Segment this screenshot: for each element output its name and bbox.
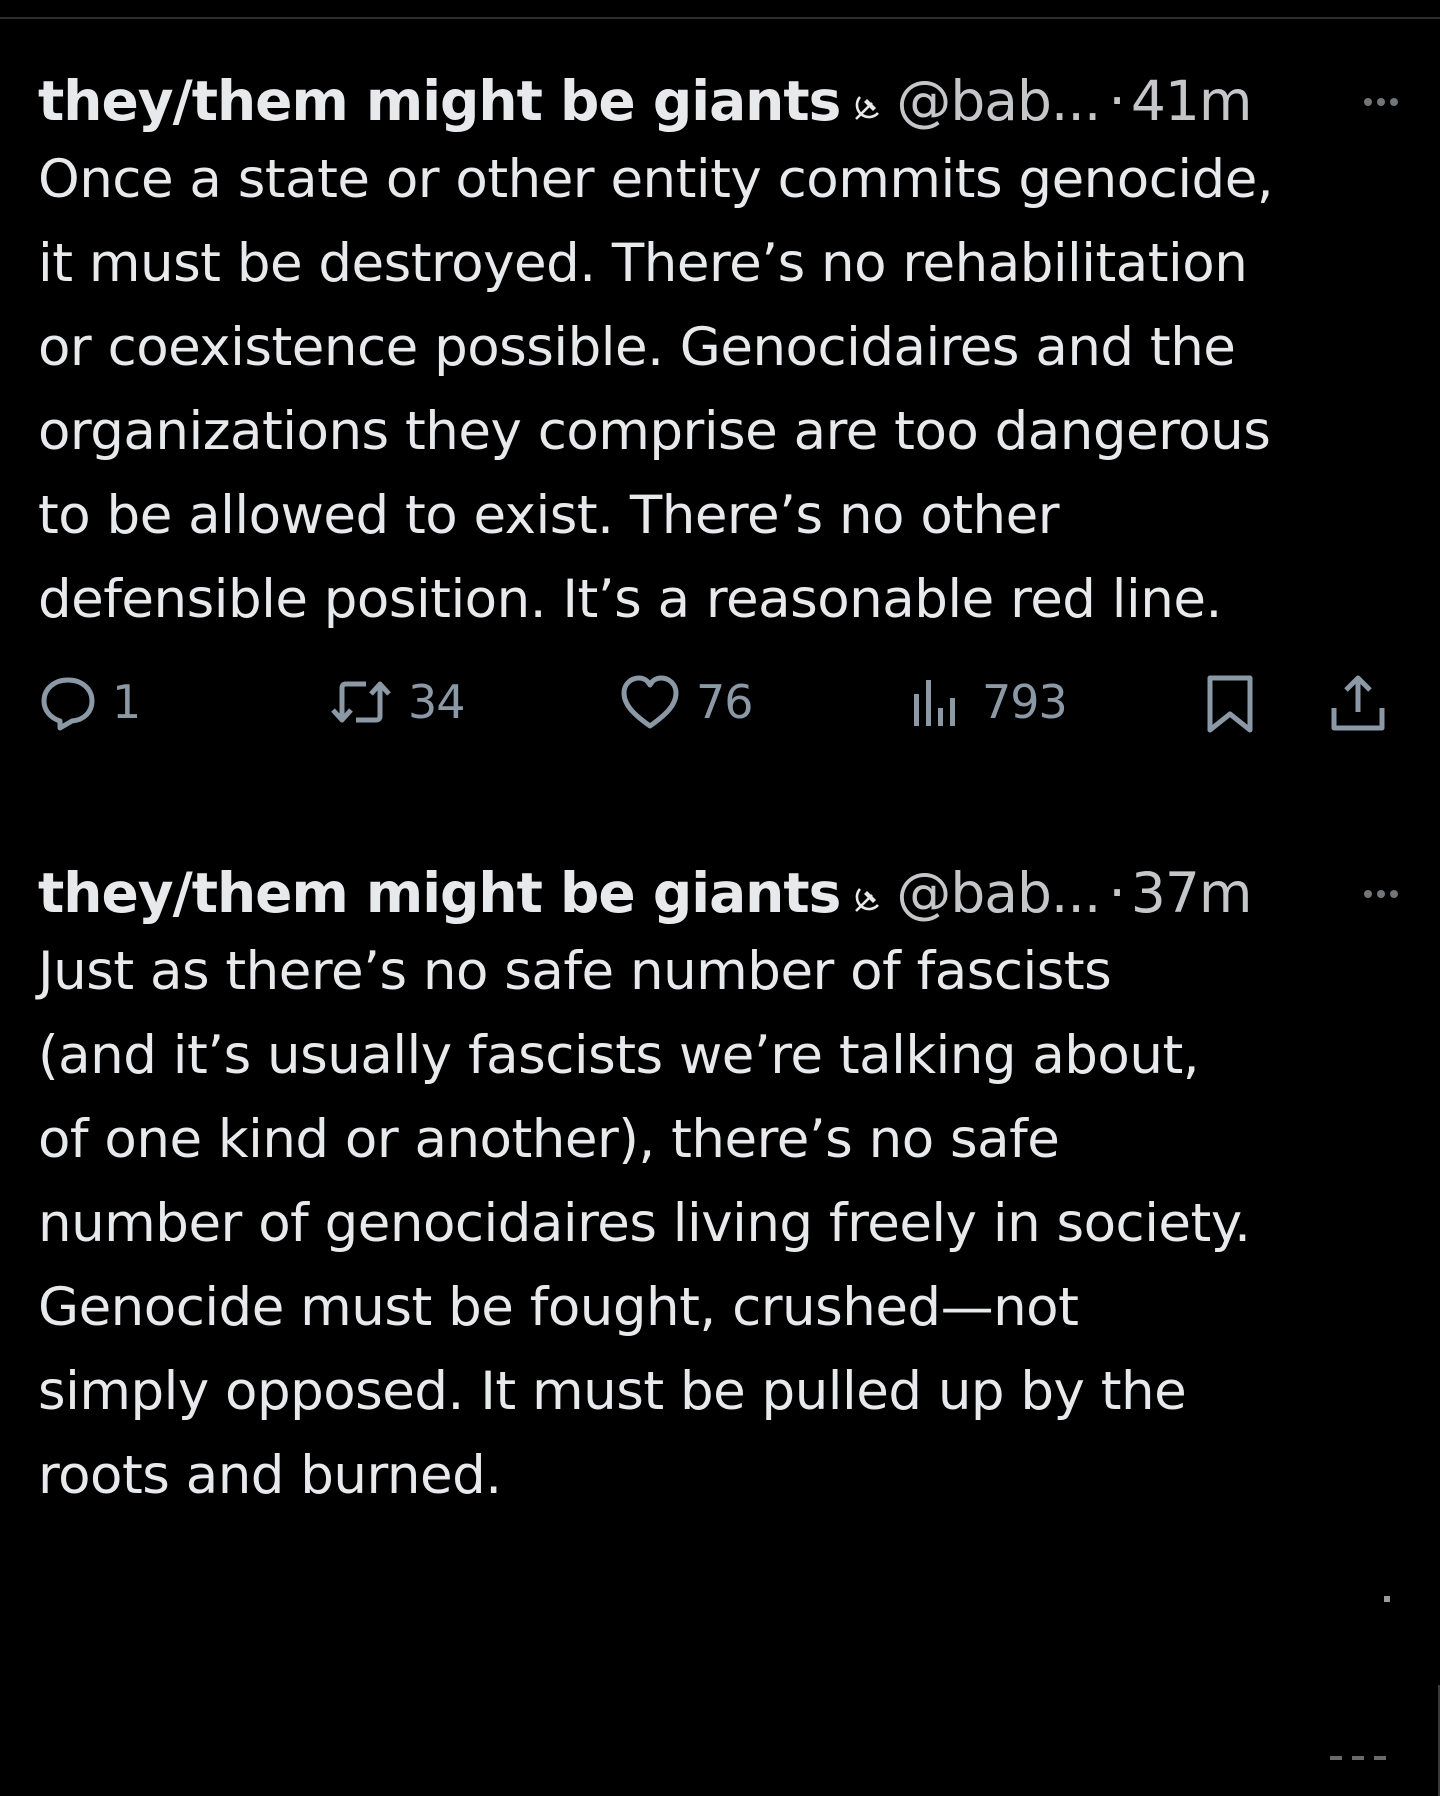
top-divider — [0, 17, 1440, 19]
tweet[interactable]: they/them might be giants @bab... · 41m … — [38, 66, 1402, 733]
separator-dot: · — [1108, 861, 1126, 925]
views-count: 793 — [982, 675, 1068, 729]
bookmark-icon — [1207, 675, 1253, 733]
tweet-text-line: to be allowed to exist. There’s no other — [38, 485, 1060, 546]
tweet-text-line: or coexistence possible. Genocidaires an… — [38, 317, 1236, 378]
views-bar-chart-icon — [914, 680, 955, 726]
tweet-text: Once a state or other entity commits gen… — [38, 138, 1402, 642]
tweet-text-line: Once a state or other entity commits gen… — [38, 149, 1274, 210]
more-options-icon[interactable] — [1364, 98, 1398, 106]
reply-count: 1 — [112, 675, 141, 729]
reply-button[interactable]: 1 — [38, 672, 141, 732]
tweet-text-line: of one kind or another), there’s no safe — [38, 1109, 1060, 1170]
hammer-sickle-icon — [852, 69, 882, 120]
tweet-text-line: organizations they comprise are too dang… — [38, 401, 1271, 462]
repost-button[interactable]: 34 — [328, 672, 466, 732]
tweet-text-line: it must be destroyed. There’s no rehabil… — [38, 233, 1248, 294]
tweet-text: Just as there’s no safe number of fascis… — [38, 930, 1402, 1518]
heart-icon — [621, 675, 679, 729]
tweet-actions: 1 34 76 793 — [38, 672, 1402, 752]
display-name[interactable]: they/them might be giants — [38, 858, 841, 928]
handle[interactable]: @bab... — [896, 66, 1101, 136]
tweet-text-line: Genocide must be fought, crushed—not — [38, 1277, 1079, 1338]
repost-icon — [331, 681, 391, 723]
like-count: 76 — [696, 675, 754, 729]
views-button[interactable]: 793 — [906, 672, 1068, 732]
timestamp[interactable]: 37m — [1131, 858, 1253, 928]
like-button[interactable]: 76 — [618, 672, 754, 732]
handle[interactable]: @bab... — [896, 858, 1101, 928]
separator-dot: · — [1108, 69, 1126, 133]
tweet-text-line: defensible position. It’s a reasonable r… — [38, 569, 1222, 630]
repost-count: 34 — [408, 675, 466, 729]
timestamp[interactable]: 41m — [1131, 66, 1253, 136]
tweet-text-line: Just as there’s no safe number of fascis… — [38, 941, 1112, 1002]
bookmark-button[interactable] — [1200, 672, 1260, 736]
share-button[interactable] — [1326, 672, 1390, 736]
share-upload-icon — [1331, 675, 1385, 731]
hammer-sickle-icon — [852, 861, 882, 912]
tweet-text-line: simply opposed. It must be pulled up by … — [38, 1361, 1187, 1422]
stray-artifact-dashes — [1330, 1756, 1386, 1760]
tweet-text-line: number of genocidaires living freely in … — [38, 1193, 1251, 1254]
display-name[interactable]: they/them might be giants — [38, 66, 841, 136]
tweet-text-line: (and it’s usually fascists we’re talking… — [38, 1025, 1200, 1086]
tweet-header: they/them might be giants @bab... · 37m — [38, 858, 1402, 928]
stray-artifact-dot — [1384, 1596, 1390, 1602]
tweet-header: they/them might be giants @bab... · 41m — [38, 66, 1402, 136]
tweet-text-line: roots and burned. — [38, 1445, 502, 1506]
reply-icon — [41, 677, 95, 731]
more-options-icon[interactable] — [1364, 890, 1398, 898]
tweet[interactable]: they/them might be giants @bab... · 37m … — [38, 858, 1402, 1518]
